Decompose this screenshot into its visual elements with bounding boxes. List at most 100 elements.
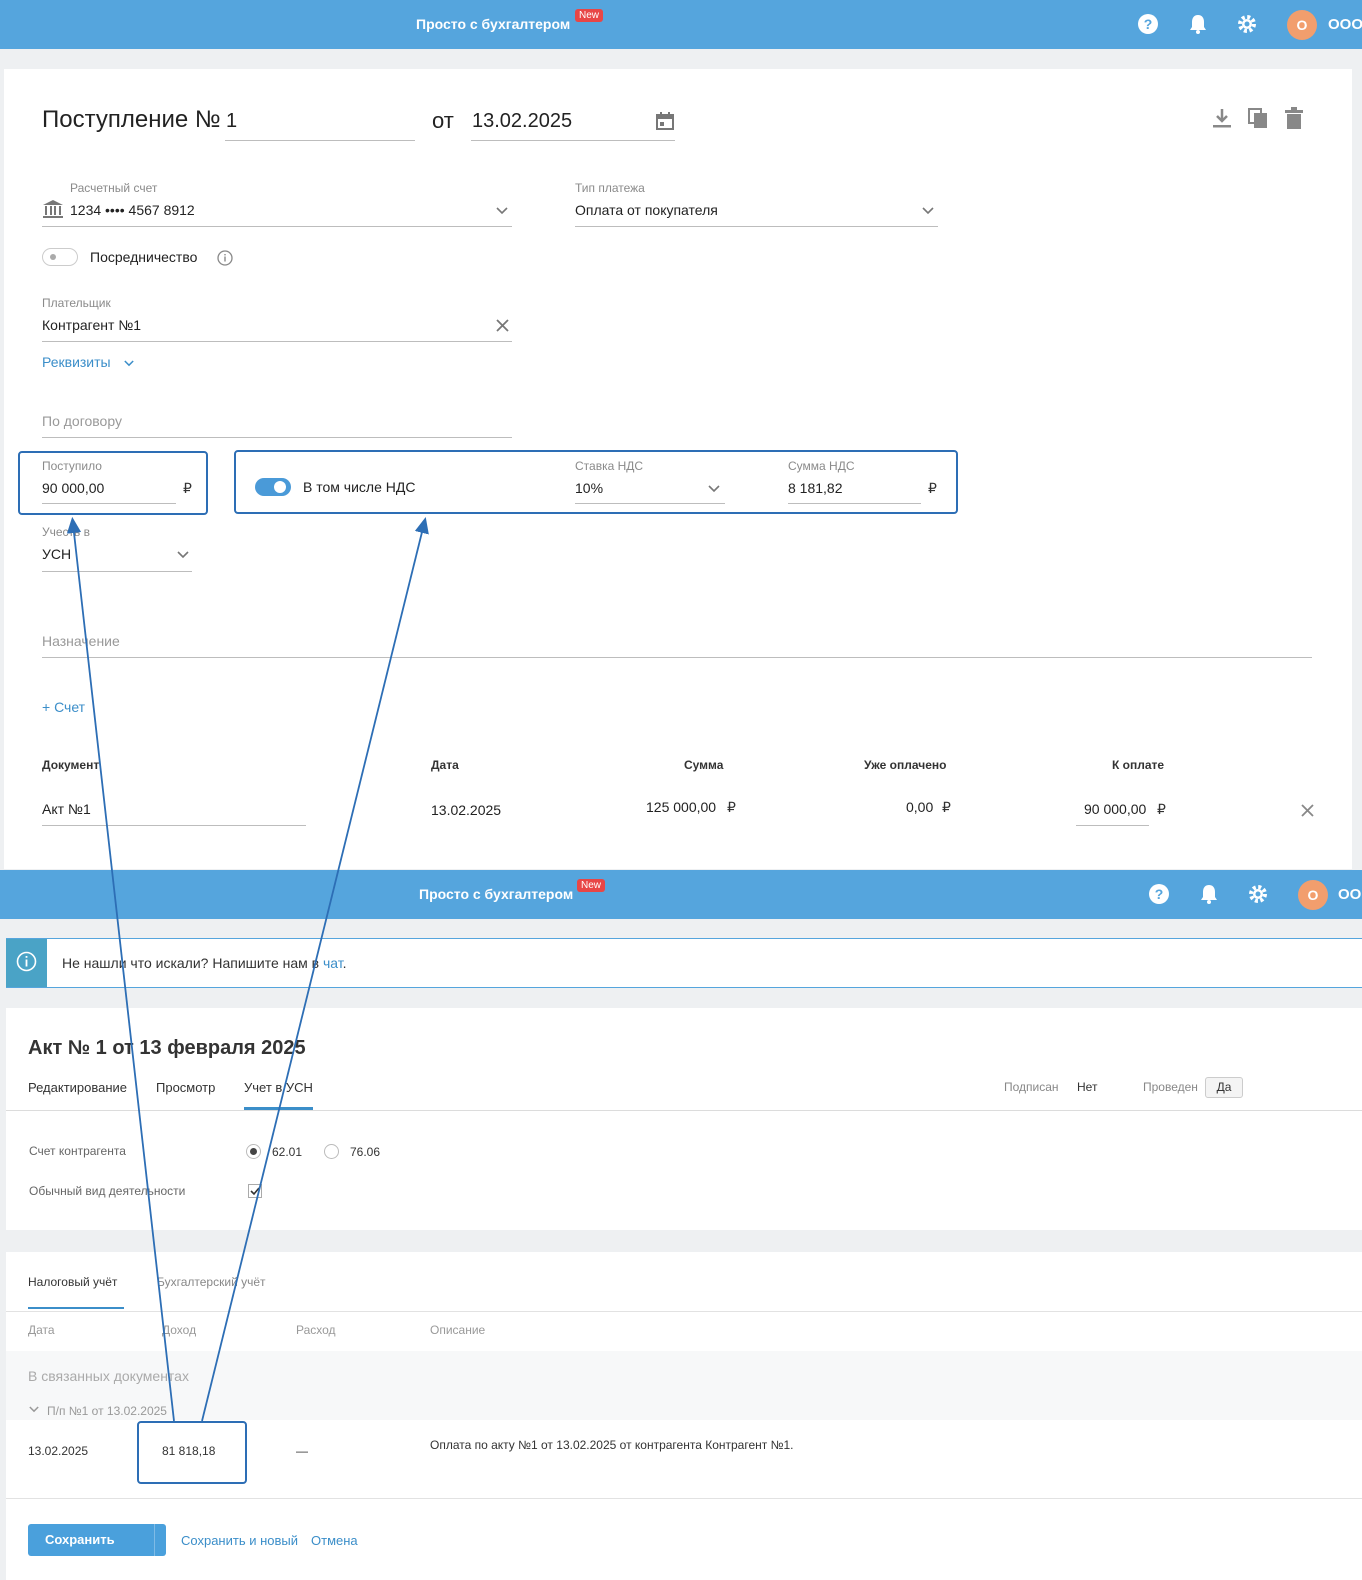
activity-checkbox[interactable] (248, 1184, 262, 1198)
row-date: 13.02.2025 (431, 802, 502, 818)
vat-rate-underline (575, 503, 725, 504)
row-to-pay-input[interactable]: 90 000,00 (1084, 801, 1146, 817)
org-name[interactable]: ООО (1328, 16, 1362, 33)
vat-sum-label: Сумма НДС (788, 459, 855, 473)
posted-label: Проведен (1143, 1080, 1198, 1094)
purpose-input[interactable]: Назначение (42, 633, 120, 649)
chevron-down-icon[interactable] (168, 1536, 180, 1544)
remove-row-icon[interactable] (1301, 804, 1314, 817)
download-icon[interactable] (1211, 107, 1233, 129)
doc-date-input[interactable]: 13.02.2025 (472, 110, 572, 133)
info-icon[interactable] (217, 250, 233, 266)
account-label: Расчетный счет (70, 181, 158, 195)
received-label: Поступило (42, 459, 102, 473)
received-underline (42, 503, 176, 504)
counterparty-account-label: Счет контрагента (29, 1144, 126, 1158)
avatar[interactable]: О (1298, 880, 1328, 910)
payment-type-label: Тип платежа (575, 181, 645, 195)
chat-link[interactable]: чат (323, 955, 343, 971)
add-invoice-link[interactable]: + Счет (42, 699, 85, 715)
save-button[interactable]: Сохранить (28, 1524, 180, 1556)
payment-doc-link[interactable]: П/п №1 от 13.02.2025 (47, 1404, 167, 1418)
svg-text:?: ? (1144, 16, 1153, 32)
date-prefix: от (432, 108, 454, 133)
related-docs-heading: В связанных документах (28, 1368, 189, 1384)
row-paid: 0,00 (906, 799, 934, 815)
account-in-select[interactable]: УСН (42, 546, 71, 562)
tab-usn[interactable]: Учет в УСН (244, 1080, 313, 1095)
subtab-tax[interactable]: Налоговый учёт (28, 1275, 117, 1289)
vat-rate-label: Ставка НДС (575, 459, 644, 473)
tab-edit[interactable]: Редактирование (28, 1080, 127, 1095)
page-title: Поступление № (42, 106, 221, 133)
info-icon-box (6, 939, 47, 987)
posted-value[interactable]: Да (1205, 1077, 1243, 1098)
income-row-value: 81 818,18 (162, 1444, 216, 1458)
trash-icon[interactable] (1283, 107, 1305, 129)
payment-type-select[interactable]: Оплата от покупателя (575, 202, 718, 218)
received-input[interactable]: 90 000,00 (42, 480, 104, 496)
gear-icon[interactable] (1247, 883, 1269, 905)
clear-icon[interactable] (496, 319, 509, 332)
copy-icon[interactable] (1247, 107, 1269, 129)
row-to-pay-currency: ₽ (1157, 801, 1166, 817)
row-document-input[interactable]: Акт №1 (42, 801, 91, 817)
active-subtab-indicator (28, 1307, 124, 1309)
bell-icon[interactable] (1198, 883, 1220, 905)
row-paid-currency: ₽ (942, 799, 951, 815)
check-icon (250, 1187, 260, 1196)
col-paid: Уже оплачено (864, 758, 947, 772)
col-sum: Сумма (684, 758, 724, 772)
gear-icon[interactable] (1236, 13, 1258, 35)
info-icon (16, 951, 37, 972)
chevron-down-icon[interactable] (29, 1406, 39, 1413)
subtabs-divider (6, 1311, 1362, 1312)
save-label: Сохранить (45, 1532, 115, 1547)
mediation-toggle[interactable] (42, 248, 78, 266)
bell-icon[interactable] (1187, 13, 1209, 35)
org-name[interactable]: ООО (1338, 886, 1362, 903)
help-icon[interactable]: ? (1148, 883, 1170, 905)
new-badge: New (577, 879, 606, 892)
date-underline (471, 140, 675, 141)
signed-value[interactable]: Нет (1077, 1080, 1097, 1094)
radio-76-06[interactable] (324, 1144, 339, 1159)
payer-label: Плательщик (42, 296, 111, 310)
account-underline (42, 226, 512, 227)
vat-toggle[interactable] (255, 478, 291, 496)
chevron-down-icon[interactable] (124, 360, 134, 367)
chevron-down-icon[interactable] (496, 207, 508, 215)
payer-input[interactable]: Контрагент №1 (42, 317, 141, 333)
account-select[interactable]: 1234 •••• 4567 8912 (70, 202, 195, 218)
chevron-down-icon[interactable] (708, 485, 720, 493)
calendar-icon[interactable] (655, 111, 675, 131)
doc-number-input[interactable]: 1 (226, 110, 237, 133)
tabs-divider (6, 1110, 1362, 1111)
col-date: Дата (431, 758, 459, 772)
tab-view[interactable]: Просмотр (156, 1080, 215, 1095)
chevron-down-icon[interactable] (177, 551, 189, 559)
payment-type-underline (575, 226, 938, 227)
help-icon[interactable]: ? (1137, 13, 1159, 35)
vat-sum-input[interactable]: 8 181,82 (788, 480, 843, 496)
avatar[interactable]: О (1287, 10, 1317, 40)
save-and-new-link[interactable]: Сохранить и новый (181, 1533, 298, 1548)
brand-title[interactable]: Просто с бухгалтером (419, 886, 573, 902)
signed-label: Подписан (1004, 1080, 1059, 1094)
brand-title[interactable]: Просто с бухгалтером (416, 16, 570, 32)
contract-input[interactable]: По договору (42, 413, 122, 429)
subtab-accounting[interactable]: Бухгалтерский учёт (157, 1275, 266, 1289)
vat-toggle-label: В том числе НДС (303, 479, 416, 495)
mediation-label: Посредничество (90, 249, 198, 265)
info-end: . (342, 955, 347, 971)
cancel-link[interactable]: Отмена (311, 1533, 358, 1548)
new-badge: New (575, 9, 604, 22)
buttons-divider (6, 1498, 1362, 1499)
vat-rate-select[interactable]: 10% (575, 480, 603, 496)
info-bar: Не нашли что искали? Напишите нам в чат. (6, 938, 1362, 988)
radio-62-01[interactable] (246, 1144, 261, 1159)
details-link[interactable]: Реквизиты (42, 354, 111, 370)
income-row-description: Оплата по акту №1 от 13.02.2025 от контр… (430, 1438, 794, 1452)
chevron-down-icon[interactable] (922, 207, 934, 215)
contract-underline (42, 437, 512, 438)
